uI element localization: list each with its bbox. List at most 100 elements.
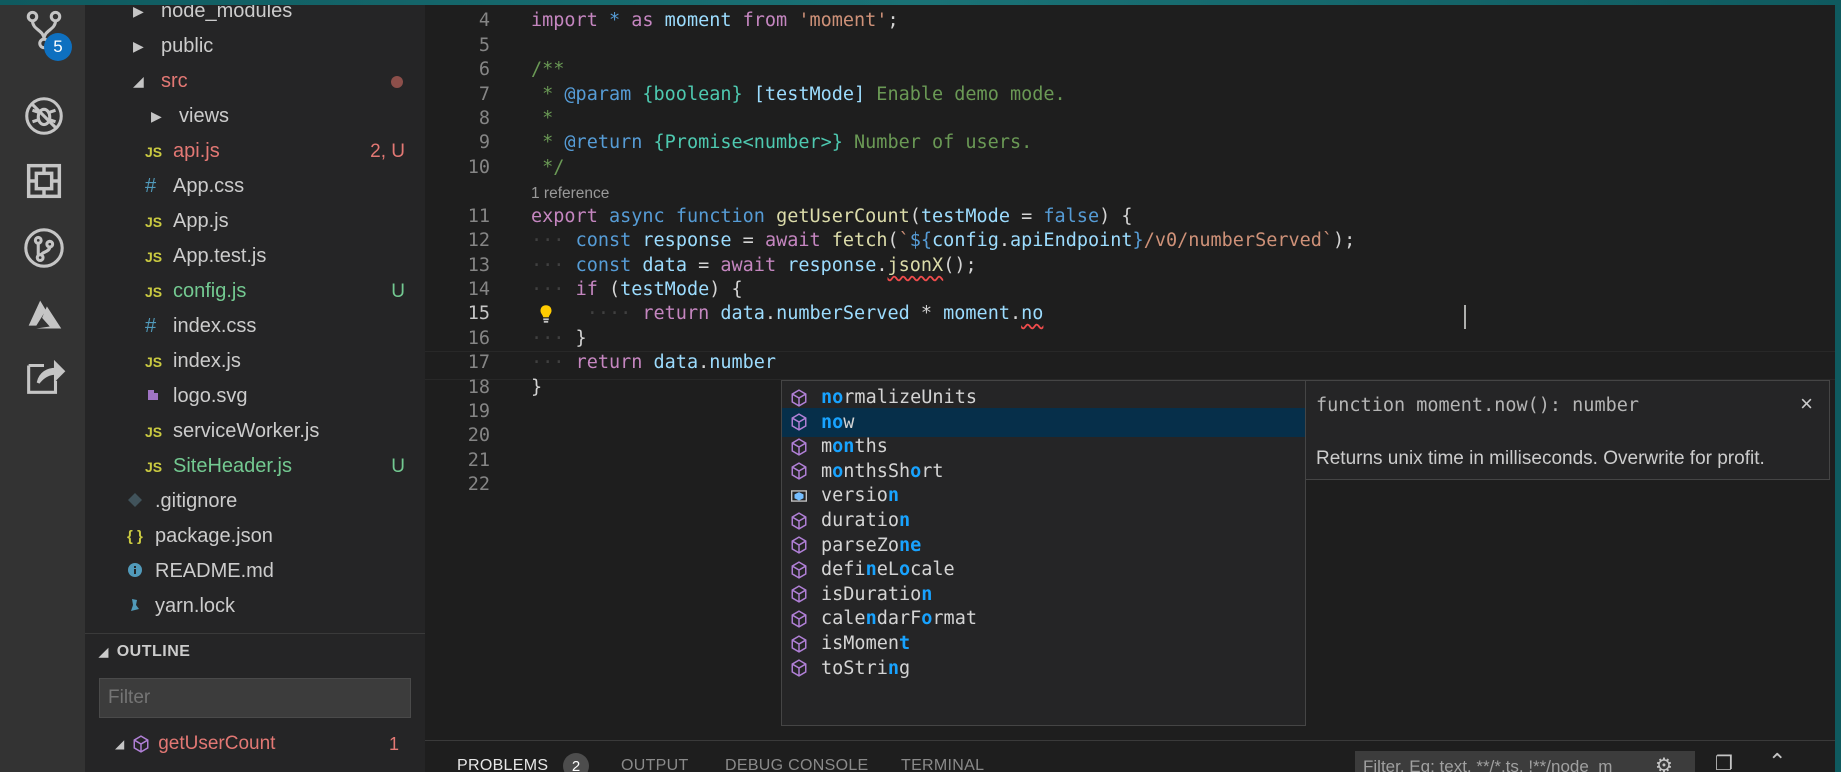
method-icon — [790, 536, 816, 554]
git-lens-icon[interactable] — [20, 224, 68, 272]
tree-item[interactable]: JS index.js — [85, 344, 425, 379]
line-number: 8 — [478, 108, 490, 129]
method-icon — [790, 388, 816, 407]
azure-icon[interactable] — [20, 292, 68, 340]
git-status-badge: U — [391, 455, 405, 477]
outline-header[interactable]: ◢ OUTLINE — [85, 633, 425, 669]
tree-item[interactable]: logo.svg — [85, 379, 425, 414]
tree-item[interactable]: yarn.lock — [85, 589, 425, 624]
bottom-panel: PROBLEMS 2 OUTPUT DEBUG CONSOLE TERMINAL… — [425, 740, 1835, 772]
tree-item[interactable]: JS serviceWorker.js — [85, 414, 425, 449]
suggest-item-label: toString — [821, 657, 911, 679]
line-number: 20 — [467, 425, 490, 446]
suggest-item-label: version — [821, 485, 899, 507]
tree-item-label: api.js — [173, 140, 220, 162]
tree-item-label: public — [161, 35, 214, 57]
method-icon — [790, 634, 816, 653]
line-number: 18 — [467, 377, 490, 398]
tree-item-label: views — [179, 105, 230, 127]
suggest-item-label: isDuration — [821, 583, 933, 605]
debug-icon[interactable] — [20, 92, 68, 140]
tree-item-label: App.js — [173, 210, 229, 232]
js-file-icon: JS — [145, 248, 163, 265]
css-file-icon: # — [145, 175, 157, 197]
method-icon — [790, 462, 816, 481]
method-icon — [790, 560, 816, 579]
line-number: 13 — [467, 255, 490, 276]
suggest-item-label: monthsShort — [821, 460, 944, 482]
details-signature: function moment.now(): number — [1316, 395, 1640, 416]
tree-item-label: index.js — [173, 350, 241, 372]
tab-debug-console[interactable]: DEBUG CONSOLE — [725, 757, 869, 772]
line-number: 21 — [467, 450, 490, 471]
lightbulb-icon[interactable] — [537, 303, 555, 327]
code-line-10: */ — [531, 157, 565, 178]
tree-item-label: README.md — [155, 560, 274, 582]
problems-filter-input[interactable]: Filter. Eg: text, **/*.ts, !**/node_m — [1355, 751, 1695, 772]
live-share-icon[interactable] — [20, 353, 68, 401]
tree-item[interactable]: JS api.js 2, U — [85, 134, 425, 169]
js-file-icon: JS — [145, 213, 163, 230]
tree-item[interactable]: ▶ public — [85, 29, 425, 64]
outline-item-label: getUserCount — [158, 733, 276, 754]
tab-output[interactable]: OUTPUT — [621, 757, 689, 772]
tree-item[interactable]: ◢ src — [85, 64, 425, 99]
tree-item-label: App.test.js — [173, 245, 267, 267]
tab-problems[interactable]: PROBLEMS — [457, 757, 548, 772]
tree-item[interactable]: JS App.test.js — [85, 239, 425, 274]
vscode-window: 5 ▶ node_modules ▶ public ◢ src ▶ views … — [0, 0, 1841, 772]
code-line-15: ···· return data.numberServed * moment.n… — [531, 303, 1044, 324]
method-icon — [790, 610, 816, 628]
extensions-icon[interactable] — [20, 157, 68, 205]
line-number: 10 — [467, 157, 490, 178]
git-status-badge: 2, U — [370, 140, 405, 162]
explorer-sidebar: ▶ node_modules ▶ public ◢ src ▶ views JS api.js 2,… — [85, 0, 425, 772]
tree-item-label: .gitignore — [155, 490, 238, 512]
suggest-item-label: now — [821, 411, 855, 433]
code-editor[interactable]: 4 5 6 7 8 9 10 11 12 13 14 15 16 17 18 19 20 21 22 import … — [425, 0, 1835, 740]
git-file-icon — [127, 492, 153, 512]
js-file-icon: JS — [145, 283, 163, 300]
svg-file-icon — [145, 387, 171, 407]
tree-item[interactable]: .gitignore — [85, 484, 425, 519]
close-icon[interactable]: × — [1800, 391, 1813, 417]
tree-item[interactable]: # index.css — [85, 309, 425, 344]
tree-item[interactable]: README.md — [85, 554, 425, 589]
tree-item[interactable]: { } package.json — [85, 519, 425, 554]
tree-item[interactable]: JS config.js U — [85, 274, 425, 309]
chevron-down-icon: ◢ — [99, 644, 109, 659]
code-line-9: * @return {Promise<number>} Number of us… — [531, 132, 1033, 153]
code-line-17: ··· return data.number — [531, 352, 777, 373]
suggest-item-label: parseZone — [821, 534, 922, 556]
outline-item[interactable]: ◢ getUserCount 1 — [115, 728, 415, 760]
tree-item[interactable]: JS App.js — [85, 204, 425, 239]
code-line-18: } — [531, 377, 543, 398]
tree-item[interactable]: ▶ views — [85, 99, 425, 134]
window-edge — [0, 0, 1841, 5]
tab-terminal[interactable]: TERMINAL — [901, 757, 984, 772]
chevron-right-icon: ▶ — [133, 3, 144, 19]
gear-icon[interactable]: ⚙ — [1655, 753, 1673, 772]
code-line-12: ··· const response = await fetch(`${conf… — [531, 230, 1356, 251]
field-icon — [790, 487, 816, 505]
suggest-widget: normalizeUnits now months monthsShort versio… — [781, 380, 1306, 726]
line-number: 16 — [467, 328, 490, 349]
problems-count-badge: 2 — [563, 753, 589, 772]
suggest-item-label: months — [821, 436, 888, 458]
suggest-item-label: defineLocale — [821, 559, 955, 581]
tree-item-label: yarn.lock — [155, 595, 236, 617]
code-line-13: ··· const data = await response.jsonX(); — [531, 255, 977, 276]
suggest-item[interactable]: toString — [782, 654, 1305, 683]
js-file-icon: JS — [145, 353, 163, 370]
outline-title: OUTLINE — [116, 642, 191, 660]
chevron-up-icon[interactable]: ⌃ — [1768, 749, 1786, 772]
codelens-references[interactable]: 1 reference — [531, 185, 609, 203]
tree-item[interactable]: # App.css — [85, 169, 425, 204]
tree-item[interactable]: JS SiteHeader.js U — [85, 449, 425, 484]
line-number: 4 — [478, 10, 490, 31]
info-file-icon — [127, 562, 153, 582]
modified-dot-icon — [391, 75, 403, 88]
outline-filter-input[interactable] — [99, 678, 411, 718]
suggest-item-label: isMoment — [821, 633, 911, 654]
collapse-all-icon[interactable]: ❐ — [1715, 751, 1733, 772]
